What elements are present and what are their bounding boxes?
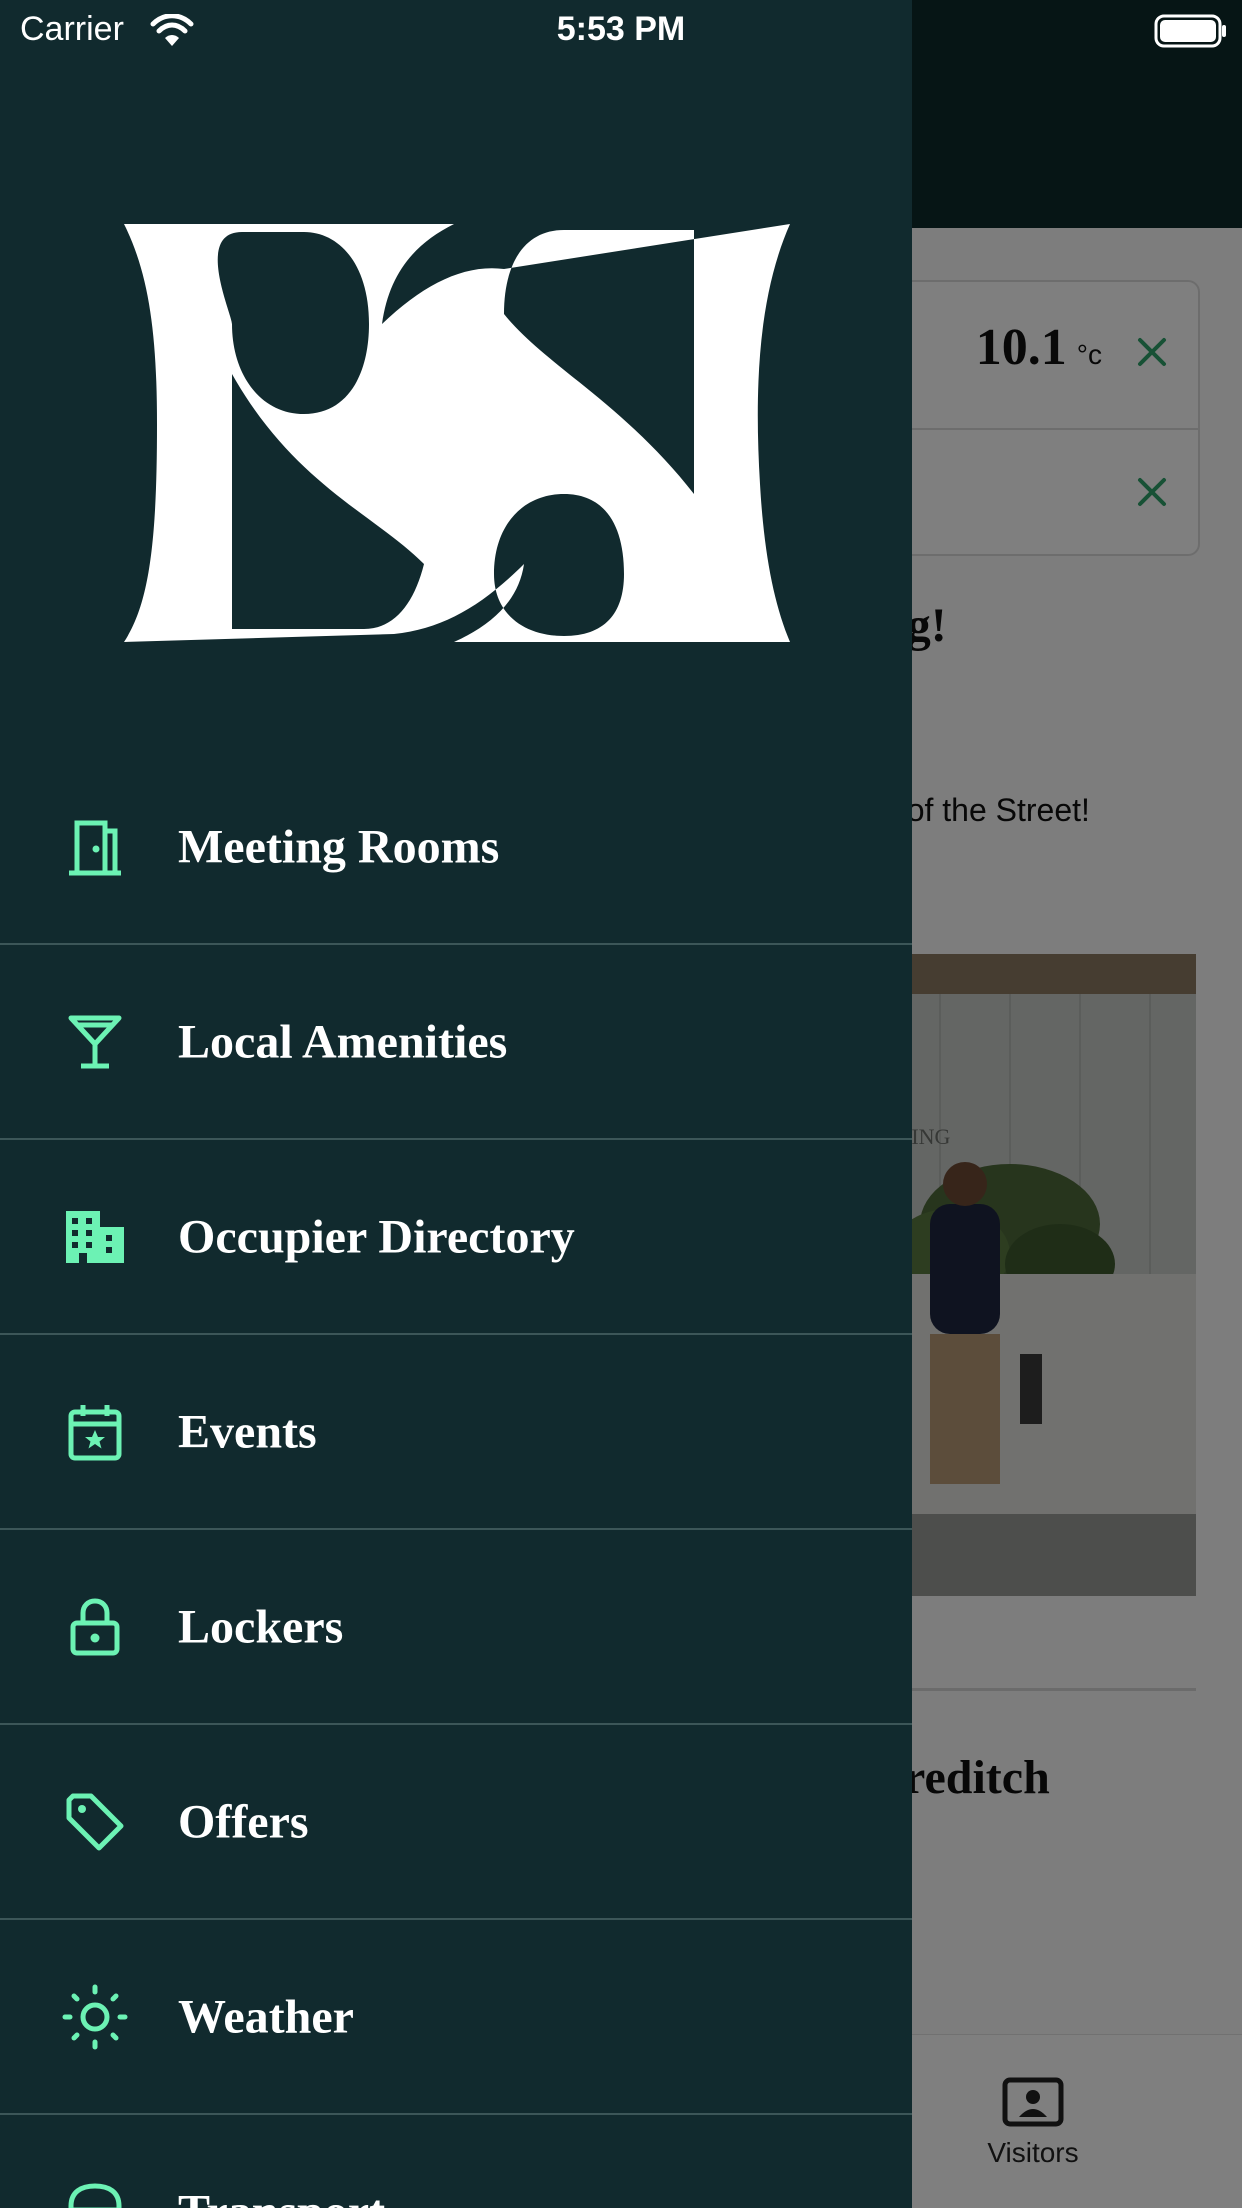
menu-item-local-amenities[interactable]: Local Amenities xyxy=(0,945,912,1140)
menu-item-label: Transport xyxy=(178,2184,385,2208)
cocktail-glass-icon xyxy=(62,1009,128,1075)
menu-item-label: Occupier Directory xyxy=(178,1210,575,1263)
calendar-star-icon xyxy=(62,1399,128,1465)
status-time: 5:53 PM xyxy=(556,10,686,48)
battery-full-icon xyxy=(1154,14,1226,48)
menu-item-label: Events xyxy=(178,1405,317,1458)
status-bar: Carrier 5:53 PM xyxy=(0,0,1242,62)
building-icon xyxy=(62,1204,128,1270)
menu-item-events[interactable]: Events xyxy=(0,1335,912,1530)
menu-item-label: Lockers xyxy=(178,1600,344,1653)
menu-item-label: Offers xyxy=(178,1795,309,1848)
door-icon xyxy=(62,814,128,880)
menu-item-label: Weather xyxy=(178,1990,354,2043)
menu-item-meeting-rooms[interactable]: Meeting Rooms xyxy=(0,750,912,945)
menu-item-label: Meeting Rooms xyxy=(178,820,500,873)
menu-item-weather[interactable]: Weather xyxy=(0,1920,912,2115)
navigation-drawer: Meeting Rooms Local Amenities Occupier D… xyxy=(0,0,912,2208)
sun-icon xyxy=(62,1984,128,2050)
menu-item-offers[interactable]: Offers xyxy=(0,1725,912,1920)
bb-monogram-logo xyxy=(124,224,790,642)
drawer-menu: Meeting Rooms Local Amenities Occupier D… xyxy=(0,750,912,2208)
lock-icon xyxy=(62,1594,128,1660)
menu-item-transport[interactable]: Transport xyxy=(0,2115,912,2208)
menu-item-lockers[interactable]: Lockers xyxy=(0,1530,912,1725)
transport-icon xyxy=(62,2179,128,2208)
tag-icon xyxy=(62,1789,128,1855)
menu-item-occupier-directory[interactable]: Occupier Directory xyxy=(0,1140,912,1335)
menu-item-label: Local Amenities xyxy=(178,1015,508,1068)
